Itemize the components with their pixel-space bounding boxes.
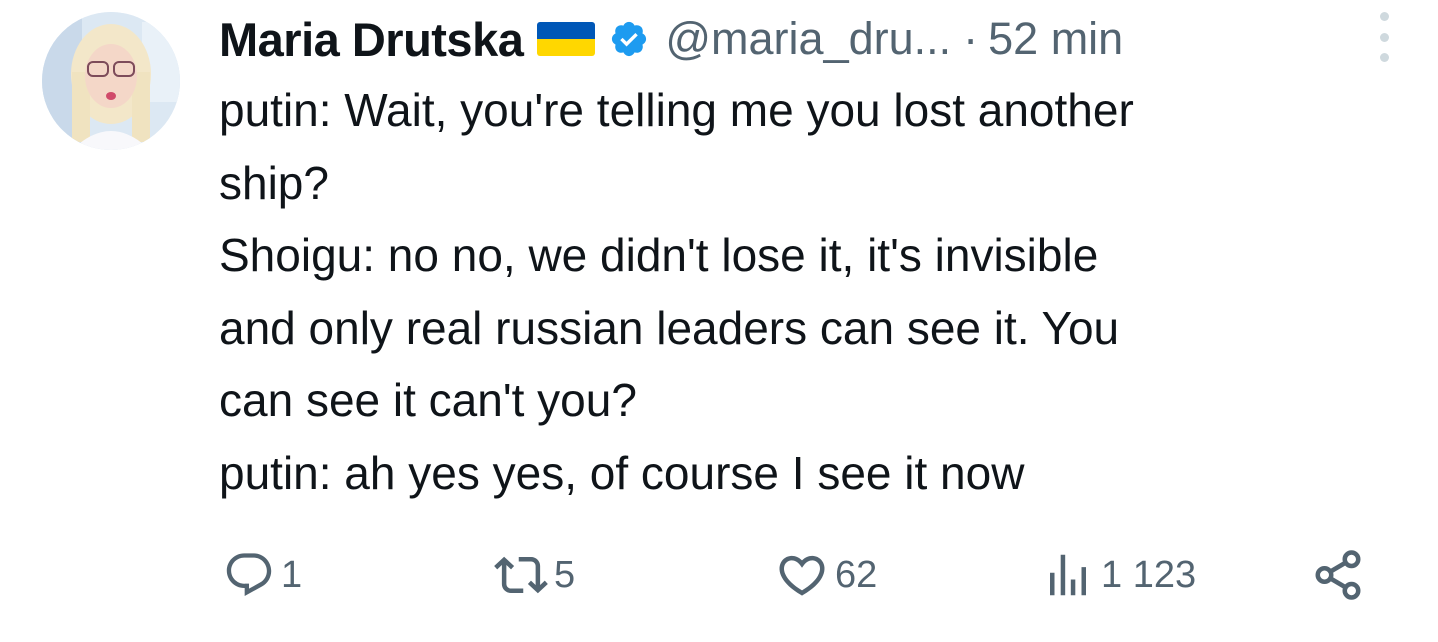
views-button[interactable]: 1 123 xyxy=(1041,545,1196,605)
share-icon xyxy=(1315,550,1361,600)
reply-icon xyxy=(226,553,272,597)
more-options-icon[interactable] xyxy=(1372,12,1396,62)
tweet-line: Shoigu: no no, we didn't lose it, it's i… xyxy=(219,229,1099,281)
timestamp[interactable]: 52 min xyxy=(988,13,1123,65)
retweet-count: 5 xyxy=(554,553,576,596)
author-name[interactable]: Maria Drutska xyxy=(219,12,524,67)
tweet-line: putin: Wait, you're telling me you lost … xyxy=(219,84,1134,136)
reply-count: 1 xyxy=(281,553,303,596)
views-count: 1 123 xyxy=(1101,553,1197,596)
tweet-line: ship? xyxy=(219,156,329,209)
share-button[interactable] xyxy=(1311,545,1365,605)
tweet-line: and only real russian leaders can see it… xyxy=(219,301,1120,354)
verified-badge-icon xyxy=(609,19,649,59)
tweet-text: putin: Wait, you're telling me you lost … xyxy=(219,74,1399,509)
tweet-line: can see it can't you? xyxy=(219,374,637,426)
retweet-icon xyxy=(494,556,548,594)
action-bar: 1 5 62 1 123 xyxy=(219,545,1369,605)
views-icon xyxy=(1050,554,1086,596)
reply-button[interactable]: 1 xyxy=(223,545,302,605)
like-button[interactable]: 62 xyxy=(775,545,877,605)
tweet-line: putin: ah yes yes, of course I see it no… xyxy=(219,446,1025,499)
separator-dot: · xyxy=(963,13,979,64)
ukraine-flag-icon xyxy=(537,22,596,56)
tweet-header: Maria Drutska @maria_dru... · 52 min xyxy=(219,8,1429,70)
heart-icon xyxy=(779,555,825,596)
retweet-button[interactable]: 5 xyxy=(494,545,575,605)
avatar-image xyxy=(42,12,180,150)
author-handle[interactable]: @maria_dru... xyxy=(665,13,951,65)
avatar[interactable] xyxy=(42,12,180,150)
like-count: 62 xyxy=(835,553,878,596)
